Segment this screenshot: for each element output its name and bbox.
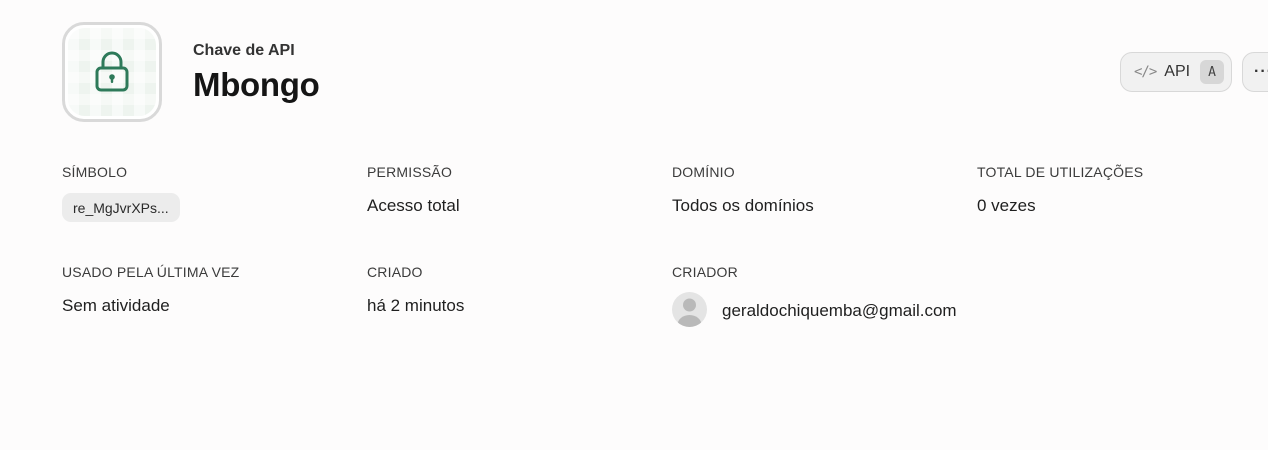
last-used-value: Sem atividade: [62, 296, 170, 315]
lock-icon: [95, 51, 129, 92]
permission-value: Acesso total: [367, 196, 460, 215]
api-key-tile: [62, 22, 162, 122]
token-label: SÍMBOLO: [62, 164, 128, 180]
last-used-label: USADO PELA ÚLTIMA VEZ: [62, 264, 240, 280]
permission-label: PERMISSÃO: [367, 164, 453, 180]
token-chip[interactable]: re_MgJvrXPs...: [62, 193, 180, 222]
api-button-label: API: [1164, 63, 1191, 80]
more-options-button[interactable]: ···: [1242, 52, 1268, 92]
creator-email: geraldochiquemba@gmail.com: [722, 301, 957, 320]
created-value: há 2 minutos: [367, 296, 465, 315]
domain-label: DOMÍNIO: [672, 164, 735, 180]
api-button[interactable]: </> API A: [1120, 52, 1232, 92]
page-subtitle: Chave de API: [193, 42, 295, 59]
usage-label: TOTAL DE UTILIZAÇÕES: [977, 164, 1144, 180]
page-title: Mbongo: [193, 66, 320, 103]
code-icon: </>: [1134, 64, 1157, 80]
created-label: CRIADO: [367, 264, 423, 280]
usage-value: 0 vezes: [977, 196, 1036, 215]
keyboard-shortcut-badge: A: [1200, 60, 1225, 84]
api-key-tile-background: [68, 28, 156, 116]
creator-avatar: [672, 292, 707, 327]
user-icon: [677, 298, 702, 327]
domain-value: Todos os domínios: [672, 196, 814, 215]
creator-label: CRIADOR: [672, 264, 738, 280]
api-key-detail-page: Chave de API Mbongo </> API A ··· SÍMBOL…: [0, 0, 1268, 450]
ellipsis-icon: ···: [1254, 63, 1268, 80]
